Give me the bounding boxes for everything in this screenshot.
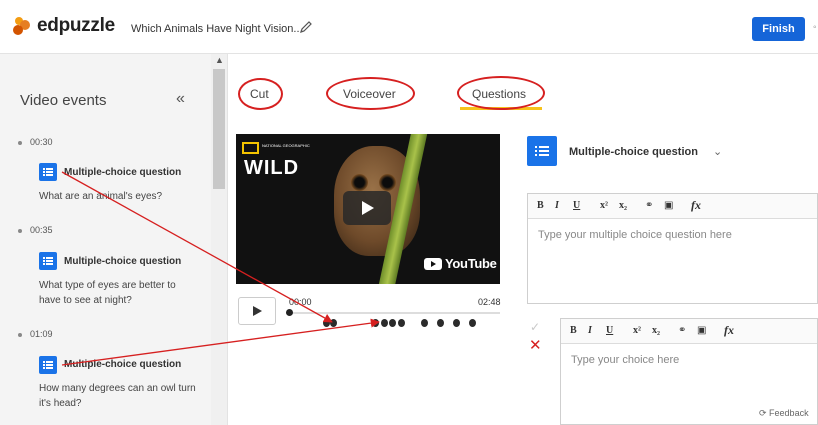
logo[interactable]: edpuzzle [11, 15, 115, 37]
question-marker[interactable] [469, 319, 476, 327]
subscript-icon[interactable]: x₂ [619, 200, 627, 211]
edpuzzle-editor: edpuzzle Which Animals Have Night Vision… [0, 0, 818, 425]
link-icon[interactable]: ⚭ [645, 200, 653, 211]
underline-icon[interactable]: U [573, 200, 580, 211]
duration: 02:48 [478, 297, 501, 307]
logo-text: edpuzzle [37, 15, 115, 36]
choice-placeholder: Type your choice here [571, 354, 680, 366]
event-time-label: 00:35 [30, 225, 53, 235]
question-marker[interactable] [372, 319, 379, 327]
video-player[interactable]: NATIONAL GEOGRAPHIC WILD YouTube [236, 134, 500, 284]
question-type-select[interactable]: Multiple-choice question [569, 146, 698, 158]
scroll-thumb[interactable] [213, 69, 225, 189]
list-icon [39, 252, 57, 270]
collapse-sidebar-icon[interactable]: « [176, 90, 185, 108]
tarsier-eye [379, 174, 396, 191]
youtube-text: YouTube [445, 256, 497, 271]
event-question: What type of eyes are better to have to … [39, 280, 176, 306]
superscript-icon[interactable]: x² [633, 325, 641, 336]
question-marker[interactable] [453, 319, 460, 327]
annotation-circle [238, 78, 283, 110]
video-events-sidebar: Video events « 00:30 Multiple-choice que… [0, 54, 228, 425]
event-time-label: 00:30 [30, 137, 53, 147]
current-time: 00:00 [289, 297, 312, 307]
feedback-icon: ⟳ [759, 408, 770, 418]
question-marker[interactable] [330, 319, 337, 327]
question-marker[interactable] [421, 319, 428, 327]
event-time: 00:30 [18, 137, 53, 147]
scroll-up-arrow-icon[interactable]: ▲ [215, 55, 224, 65]
top-bar: edpuzzle Which Animals Have Night Vision… [0, 0, 818, 54]
rich-text-toolbar: B I U x² x₂ ⚭ ▣ fx [528, 194, 817, 219]
event-type: Multiple-choice question [64, 359, 182, 370]
incorrect-x-icon[interactable]: ✕ [529, 336, 542, 354]
question-marker[interactable] [389, 319, 396, 327]
youtube-logo[interactable]: YouTube [424, 256, 497, 271]
list-icon [527, 136, 557, 166]
event-time-label: 01:09 [30, 329, 53, 339]
play-button[interactable] [238, 297, 276, 325]
feedback-label: Feedback [769, 408, 809, 418]
event-question: What are an animal's eyes? [39, 191, 163, 202]
bold-icon[interactable]: B [570, 325, 577, 336]
link-icon[interactable]: ⚭ [678, 325, 686, 336]
formula-icon[interactable]: fx [724, 323, 734, 338]
list-icon [39, 163, 57, 181]
bullet-dot [18, 140, 22, 145]
question-marker[interactable] [381, 319, 388, 327]
chevron-down-icon[interactable]: ⌄ [713, 145, 722, 158]
event-type: Multiple-choice question [64, 256, 182, 267]
event-type: Multiple-choice question [64, 167, 182, 178]
question-marker[interactable] [323, 319, 330, 327]
video-title[interactable]: Which Animals Have Night Vision... [131, 23, 303, 35]
edit-pencil-icon[interactable] [299, 20, 313, 34]
question-marker[interactable] [398, 319, 405, 327]
finish-button[interactable]: Finish [752, 17, 805, 41]
italic-icon[interactable]: I [555, 200, 559, 211]
list-icon [39, 356, 57, 374]
subscript-icon[interactable]: x₂ [652, 325, 660, 336]
playhead[interactable] [286, 309, 293, 316]
help-icon[interactable]: ◦ [813, 22, 818, 33]
feedback-link[interactable]: ⟳ Feedback [759, 408, 809, 419]
tarsier-eye [351, 174, 368, 191]
question-editor[interactable]: B I U x² x₂ ⚭ ▣ fx Type your multiple ch… [527, 193, 818, 304]
bullet-dot [18, 228, 22, 233]
puzzle-logo-icon [13, 17, 30, 35]
show-title: WILD [244, 157, 300, 179]
event-question: How many degrees can an owl turn it's he… [39, 383, 196, 409]
correct-check-icon[interactable]: ✓ [530, 320, 540, 334]
underline-icon[interactable]: U [606, 325, 613, 336]
brand-label: NATIONAL GEOGRAPHIC [262, 143, 310, 148]
rich-text-toolbar: B I U x² x₂ ⚭ ▣ fx [561, 319, 817, 344]
question-placeholder: Type your multiple choice question here [538, 229, 732, 241]
image-icon[interactable]: ▣ [697, 325, 706, 336]
annotation-circle [457, 76, 545, 110]
event-time: 00:35 [18, 225, 53, 235]
bullet-dot [18, 332, 22, 337]
question-marker[interactable] [437, 319, 444, 327]
timeline-track[interactable] [286, 312, 500, 314]
video-play-icon[interactable] [343, 191, 391, 225]
superscript-icon[interactable]: x² [600, 200, 608, 211]
image-icon[interactable]: ▣ [664, 200, 673, 211]
nat-geo-badge-icon [242, 142, 259, 154]
annotation-circle [326, 77, 415, 110]
youtube-play-icon [424, 257, 442, 270]
bold-icon[interactable]: B [537, 200, 544, 211]
sidebar-scrollbar[interactable]: ▲ [211, 54, 227, 425]
sidebar-title: Video events [20, 92, 107, 109]
event-time: 01:09 [18, 329, 53, 339]
formula-icon[interactable]: fx [691, 198, 701, 213]
italic-icon[interactable]: I [588, 325, 592, 336]
